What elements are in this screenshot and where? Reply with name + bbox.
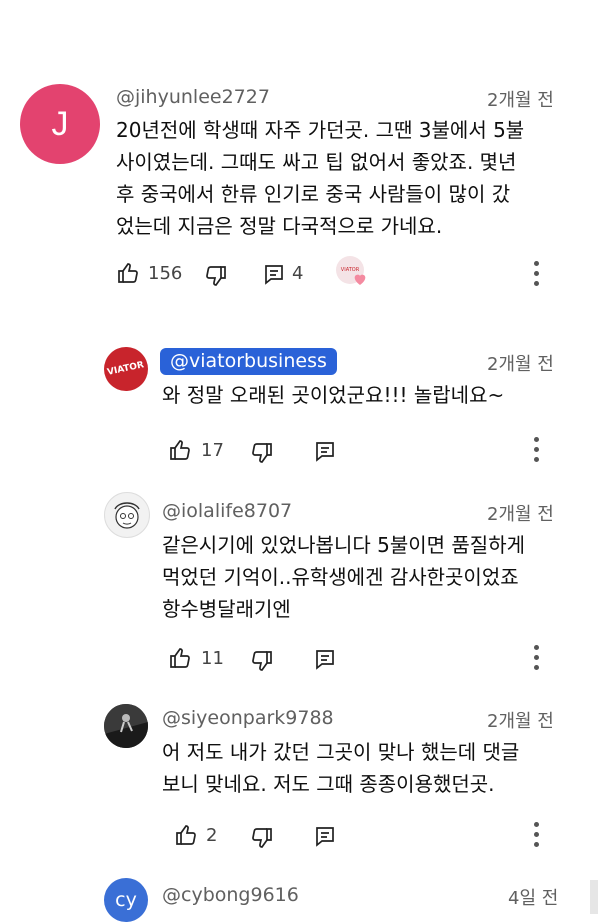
comment-author[interactable]: @siyeonpark9788 <box>162 707 334 729</box>
avatar[interactable]: J <box>20 84 100 164</box>
avatar-letter: cy <box>115 889 137 911</box>
comment-time: 2개월 전 <box>487 504 554 525</box>
more-options-icon[interactable] <box>534 437 540 467</box>
like-icon[interactable] <box>168 438 192 462</box>
comment-time: 2개월 전 <box>487 354 554 375</box>
creator-handle-chip[interactable]: @viatorbusiness <box>160 348 337 375</box>
reply-count: 4 <box>292 263 304 284</box>
dislike-icon[interactable] <box>250 441 274 465</box>
comment-time: 2개월 전 <box>487 90 554 111</box>
avatar[interactable] <box>104 704 148 748</box>
like-count: 2 <box>206 825 218 846</box>
comment-text: 와 정말 오래된 곳이었군요!!! 놀랍네요~ <box>162 383 505 407</box>
more-options-icon[interactable] <box>534 261 540 291</box>
avatar[interactable]: cy <box>104 878 148 922</box>
like-count: 17 <box>201 440 224 461</box>
reply-icon[interactable] <box>313 824 337 848</box>
dislike-icon[interactable] <box>204 264 228 288</box>
comment-text: 같은시기에 있었나봅니다 5불이면 품질하게 먹었던 기억이..유학생에겐 감사… <box>162 533 525 621</box>
reply-icon[interactable] <box>262 262 286 286</box>
like-icon[interactable] <box>116 261 140 285</box>
avatar-logo: VIATOR <box>106 360 146 378</box>
photo-avatar-icon <box>104 704 148 748</box>
avatar-letter: J <box>51 104 69 143</box>
heart-icon <box>352 271 368 287</box>
comment-time: 4일 전 <box>508 888 559 909</box>
dislike-icon[interactable] <box>250 649 274 673</box>
reply-icon[interactable] <box>313 439 337 463</box>
comment-author[interactable]: @cybong9616 <box>162 884 299 906</box>
like-icon[interactable] <box>168 646 192 670</box>
comment-time: 2개월 전 <box>487 711 554 732</box>
dislike-icon[interactable] <box>250 826 274 850</box>
like-icon[interactable] <box>174 823 198 847</box>
scrollbar[interactable] <box>590 880 598 914</box>
like-count: 11 <box>201 648 224 669</box>
sketch-face-icon <box>114 502 140 529</box>
comment-author[interactable]: @iolalife8707 <box>162 500 292 522</box>
comment-text: 어 저도 내가 갔던 그곳이 맞나 했는데 댓글 보니 맞네요. 저도 그때 종… <box>162 740 520 796</box>
comment-author[interactable]: @jihyunlee2727 <box>116 86 270 108</box>
avatar[interactable]: VIATOR <box>104 347 148 391</box>
reply-icon[interactable] <box>313 647 337 671</box>
like-count: 156 <box>148 263 183 284</box>
more-options-icon[interactable] <box>534 645 540 675</box>
comment-text: 20년전에 학생때 자주 가던곳. 그땐 3불에서 5불 사이였는데. 그때도 … <box>116 118 525 238</box>
more-options-icon[interactable] <box>534 822 540 852</box>
avatar[interactable] <box>104 492 150 538</box>
